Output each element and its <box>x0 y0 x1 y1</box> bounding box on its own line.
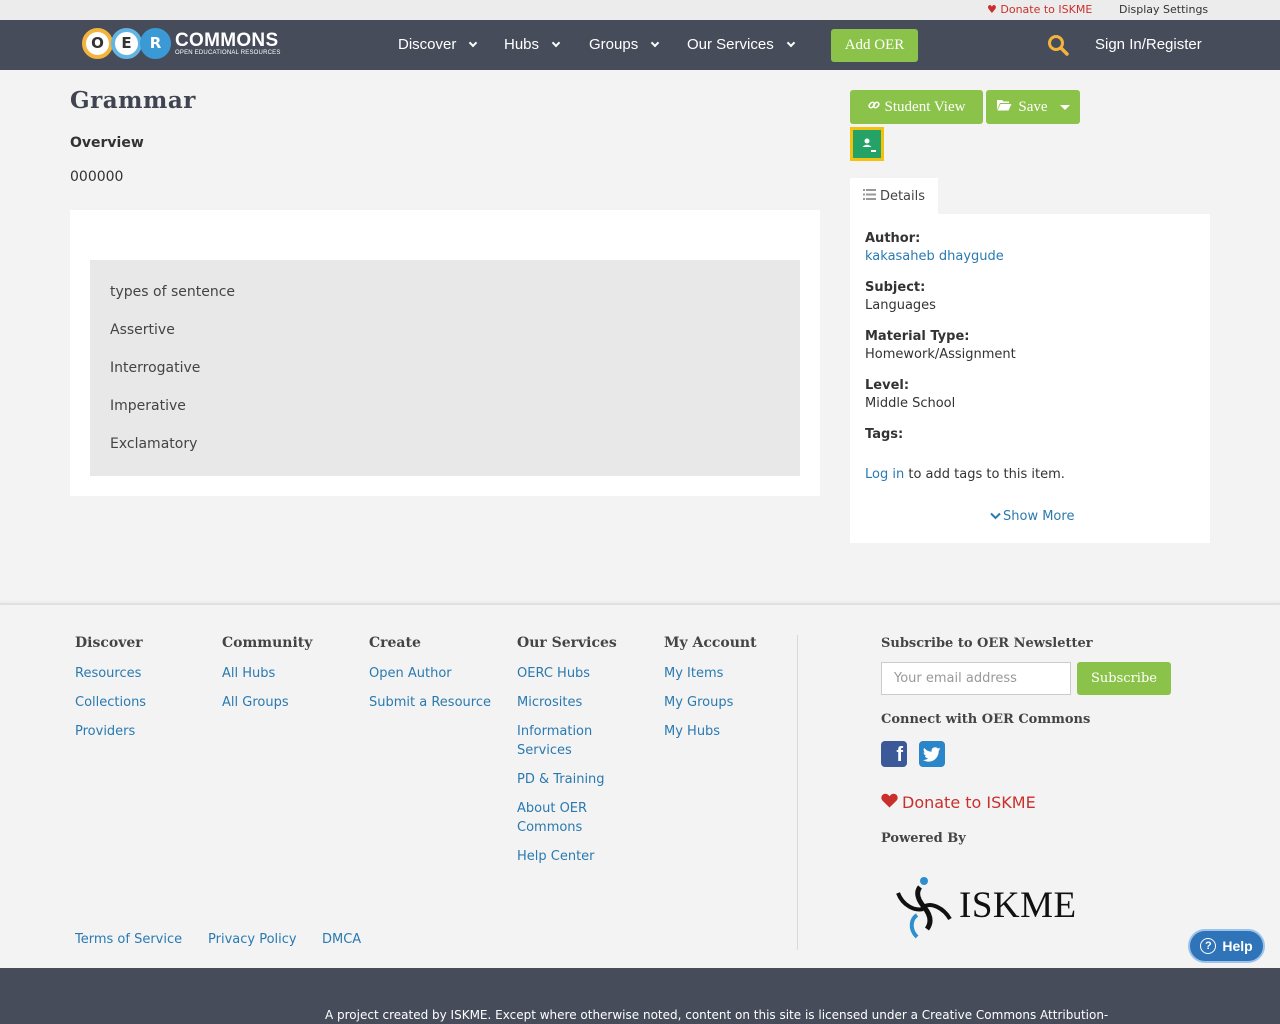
author-link[interactable]: kakasaheb dhaygude <box>865 249 1004 264</box>
subject-value: Languages <box>865 298 936 313</box>
footer-col-create: Create Open Author Submit a Resource <box>369 635 499 722</box>
footer-col-our-services: Our Services OERC Hubs Microsites Inform… <box>517 635 627 876</box>
overview-value: 000000 <box>70 169 124 185</box>
oer-commons-logo[interactable]: O E R COMMONS OPEN EDUCATIONAL RESOURCES <box>82 25 286 61</box>
connect-heading: Connect with OER Commons <box>881 712 1091 727</box>
resource-content-inner: types of sentence Assertive Interrogativ… <box>90 260 800 476</box>
chevron-down-icon <box>990 509 1001 524</box>
logo-text: COMMONS OPEN EDUCATIONAL RESOURCES <box>175 29 281 56</box>
powered-by-heading: Powered By <box>881 831 966 846</box>
footer-link-open-author[interactable]: Open Author <box>369 664 499 683</box>
caret-down-icon <box>1059 104 1070 110</box>
privacy-policy-link[interactable]: Privacy Policy <box>208 932 297 947</box>
login-link[interactable]: Log in <box>865 467 904 482</box>
nav-discover[interactable]: Discover <box>398 36 478 53</box>
footer-divider <box>797 635 798 950</box>
footer-link-help-center[interactable]: Help Center <box>517 847 627 866</box>
level-value: Middle School <box>865 396 956 411</box>
nav-hubs[interactable]: Hubs <box>504 36 561 53</box>
footer-heading: Our Services <box>517 635 617 651</box>
terms-of-service-link[interactable]: Terms of Service <box>75 932 182 947</box>
top-donate-link[interactable]: ♥ Donate to ISKME <box>987 3 1092 16</box>
footer-heading: Community <box>222 635 313 651</box>
iskme-emblem-icon <box>896 877 952 939</box>
logo-letter-o: O <box>82 27 113 59</box>
nav-our-services[interactable]: Our Services <box>687 36 795 53</box>
footer-donate-link[interactable]: Donate to ISKME <box>881 793 1036 812</box>
footer-link-my-groups[interactable]: My Groups <box>664 693 784 712</box>
subscribe-button[interactable]: Subscribe <box>1077 662 1171 695</box>
newsletter-heading: Subscribe to OER Newsletter <box>881 636 1093 651</box>
footer-link-resources[interactable]: Resources <box>75 664 205 683</box>
content-line: types of sentence <box>110 284 236 300</box>
content-line: Assertive <box>110 322 175 338</box>
footer-col-community: Community All Hubs All Groups <box>222 635 352 722</box>
footer-link-submit-resource[interactable]: Submit a Resource <box>369 693 499 712</box>
tab-details[interactable]: Details <box>850 178 938 215</box>
logo-letter-r: R <box>140 27 171 59</box>
google-classroom-icon[interactable] <box>850 127 884 161</box>
search-icon[interactable] <box>1047 34 1069 56</box>
chevron-down-icon <box>650 38 660 47</box>
footer-heading: Create <box>369 635 421 651</box>
footer-link-pd-training[interactable]: PD & Training <box>517 770 627 789</box>
footer-link-all-groups[interactable]: All Groups <box>222 693 352 712</box>
license-text: A project created by ISKME. Except where… <box>325 1008 1109 1022</box>
level-label: Level: <box>865 378 910 393</box>
show-more-link[interactable]: Show More <box>990 509 1074 524</box>
question-icon: ? <box>1200 938 1217 954</box>
tags-label: Tags: <box>865 427 904 442</box>
dmca-link[interactable]: DMCA <box>322 932 361 947</box>
content-line: Interrogative <box>110 360 201 376</box>
display-settings-link[interactable]: Display Settings <box>1119 3 1208 16</box>
chevron-down-icon <box>786 38 795 47</box>
folder-open-icon <box>996 99 1012 116</box>
tags-login-prompt: Log in to add tags to this item. <box>865 467 1065 482</box>
add-oer-button[interactable]: Add OER <box>831 29 918 62</box>
footer-link-all-hubs[interactable]: All Hubs <box>222 664 352 683</box>
author-label: Author: <box>865 231 921 246</box>
footer-link-collections[interactable]: Collections <box>75 693 205 712</box>
main-nav: O E R COMMONS OPEN EDUCATIONAL RESOURCES… <box>0 20 1280 70</box>
twitter-icon[interactable] <box>919 741 945 767</box>
footer-link-about[interactable]: About OER Commons <box>517 799 627 837</box>
content-line: Imperative <box>110 398 186 414</box>
footer-heading: My Account <box>664 635 757 651</box>
footer-col-discover: Discover Resources Collections Providers <box>75 635 205 751</box>
footer-link-oerc-hubs[interactable]: OERC Hubs <box>517 664 627 683</box>
content-line: Exclamatory <box>110 436 198 452</box>
footer-col-my-account: My Account My Items My Groups My Hubs <box>664 635 784 751</box>
nav-groups[interactable]: Groups <box>589 36 660 53</box>
help-button[interactable]: ? Help <box>1188 929 1265 963</box>
footer-link-providers[interactable]: Providers <box>75 722 205 741</box>
footer-link-information-services[interactable]: Information Services <box>517 722 627 760</box>
heart-icon: ♥ <box>987 3 997 16</box>
overview-label: Overview <box>70 135 144 151</box>
page-title: Grammar <box>70 87 196 114</box>
chevron-down-icon <box>551 38 561 47</box>
footer: Discover Resources Collections Providers… <box>0 603 1280 968</box>
footer-heading: Discover <box>75 635 143 651</box>
sign-in-link[interactable]: Sign In/Register <box>1095 36 1202 53</box>
resource-content-box: types of sentence Assertive Interrogativ… <box>70 210 820 496</box>
chevron-down-icon <box>469 38 478 47</box>
material-type-label: Material Type: <box>865 329 970 344</box>
logo-letter-e: E <box>111 27 142 59</box>
footer-link-microsites[interactable]: Microsites <box>517 693 627 712</box>
details-panel: Author: kakasaheb dhaygude Subject: Lang… <box>850 214 1210 543</box>
iskme-logo[interactable]: ISKME <box>893 870 1088 940</box>
material-type-value: Homework/Assignment <box>865 347 1016 362</box>
heart-icon <box>881 793 898 812</box>
link-icon <box>867 99 880 116</box>
student-view-button[interactable]: Student View <box>850 90 983 124</box>
subject-label: Subject: <box>865 280 926 295</box>
save-button[interactable]: Save <box>986 90 1080 124</box>
footer-link-my-hubs[interactable]: My Hubs <box>664 722 784 741</box>
utility-bar: ♥ Donate to ISKME Display Settings <box>0 0 1280 20</box>
facebook-icon[interactable]: f <box>881 741 907 767</box>
footer-link-my-items[interactable]: My Items <box>664 664 784 683</box>
newsletter-email-input[interactable]: Your email address <box>881 662 1071 695</box>
bottom-bar: A project created by ISKME. Except where… <box>0 968 1280 1024</box>
list-icon <box>862 189 876 204</box>
